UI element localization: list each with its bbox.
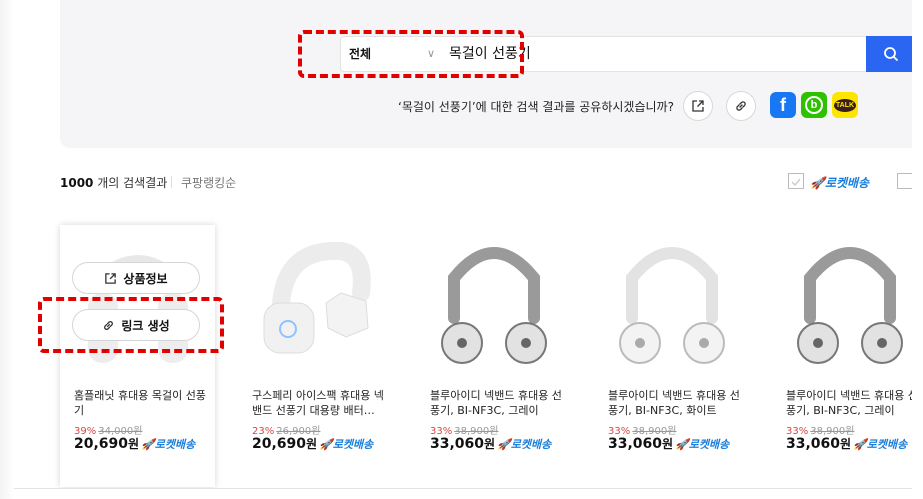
search-icon bbox=[884, 47, 898, 61]
result-count-number: 1000 bbox=[60, 176, 94, 190]
rocket-delivery-badge: 🚀로켓배송 bbox=[319, 438, 374, 451]
search-button[interactable] bbox=[866, 36, 912, 72]
product-title[interactable]: 블루아이디 넥밴드 휴대용 선풍기, BI-NF3C, 그레이 bbox=[786, 388, 912, 418]
facebook-share-button[interactable]: f bbox=[770, 92, 796, 118]
product-price: 33,060원 🚀로켓배송 bbox=[430, 435, 551, 452]
divider bbox=[171, 176, 172, 188]
product-card[interactable]: 구스페리 아이스팩 휴대용 넥밴드 선풍기 대용량 배터… 23% 26,900원… bbox=[238, 225, 393, 487]
rocket-filter-checkbox[interactable] bbox=[788, 173, 804, 189]
price-unit: 원 bbox=[306, 437, 318, 451]
price-unit: 원 bbox=[840, 437, 852, 451]
product-title[interactable]: 홈플래닛 휴대용 목걸이 선풍기 bbox=[74, 388, 214, 418]
sort-option[interactable]: 쿠팡랭킹순 bbox=[181, 174, 236, 191]
kakaotalk-icon: TALK bbox=[833, 98, 857, 112]
product-title[interactable]: 구스페리 아이스팩 휴대용 넥밴드 선풍기 대용량 배터… bbox=[252, 388, 392, 418]
price-value: 33,060 bbox=[786, 436, 841, 452]
price-value: 33,060 bbox=[608, 436, 663, 452]
product-price: 20,690원 🚀로켓배송 bbox=[252, 435, 373, 452]
result-count: 1000 개의 검색결과 bbox=[60, 174, 167, 191]
external-link-icon bbox=[692, 100, 704, 112]
product-price: 20,690원 🚀로켓배송 bbox=[74, 435, 195, 452]
product-image bbox=[263, 241, 371, 354]
price-value: 20,690 bbox=[252, 436, 307, 452]
rocket-delivery-badge: 🚀로켓배송 bbox=[853, 438, 908, 451]
left-shadow bbox=[0, 0, 14, 499]
share-prompt: ‘목걸이 선풍기’에 대한 검색 결과를 공유하시겠습니까? bbox=[398, 100, 674, 114]
rocket-filter-label[interactable]: 🚀로켓배송 bbox=[810, 174, 869, 191]
search-highlight-box bbox=[298, 30, 524, 78]
result-count-label: 개의 검색결과 bbox=[97, 176, 168, 190]
price-unit: 원 bbox=[484, 437, 496, 451]
second-filter-checkbox[interactable] bbox=[897, 173, 912, 189]
facebook-icon: f bbox=[780, 94, 786, 115]
rocket-delivery-badge: 🚀로켓배송 bbox=[497, 438, 552, 451]
rocket-delivery-badge: 🚀로켓배송 bbox=[141, 438, 196, 451]
share-external-button[interactable] bbox=[683, 91, 713, 121]
check-icon bbox=[791, 178, 801, 187]
product-image bbox=[619, 247, 725, 364]
rocket-delivery-badge: 🚀로켓배송 bbox=[675, 438, 730, 451]
link-button-highlight-box bbox=[38, 297, 224, 353]
external-link-icon bbox=[105, 272, 117, 284]
product-card[interactable]: 블루아이디 넥밴드 휴대용 선풍기, BI-NF3C, 화이트 33% 38,90… bbox=[594, 225, 749, 487]
price-value: 20,690 bbox=[74, 436, 129, 452]
price-unit: 원 bbox=[662, 437, 674, 451]
product-info-label: 상품정보 bbox=[123, 271, 168, 286]
band-share-button[interactable]: b bbox=[801, 92, 827, 118]
kakaotalk-share-button[interactable]: TALK bbox=[832, 92, 858, 118]
band-icon: b bbox=[805, 96, 823, 114]
product-image bbox=[797, 247, 903, 364]
link-icon bbox=[736, 101, 746, 111]
product-card[interactable]: 상품정보 링크 생성 홈플래닛 휴대용 목걸이 선풍기 39% 34,000원 2… bbox=[60, 225, 215, 487]
product-price: 33,060원 🚀로켓배송 bbox=[786, 435, 907, 452]
share-link-button[interactable] bbox=[726, 91, 756, 121]
product-info-button[interactable]: 상품정보 bbox=[72, 262, 200, 294]
product-card[interactable]: 블루아이디 넥밴드 휴대용 선풍기, BI-NF3C, 그레이 33% 38,90… bbox=[772, 225, 912, 487]
product-image bbox=[441, 247, 547, 364]
product-title[interactable]: 블루아이디 넥밴드 휴대용 선풍기, BI-NF3C, 그레이 bbox=[430, 388, 570, 418]
price-unit: 원 bbox=[128, 437, 140, 451]
price-value: 33,060 bbox=[430, 436, 485, 452]
product-card[interactable]: 블루아이디 넥밴드 휴대용 선풍기, BI-NF3C, 그레이 33% 38,90… bbox=[416, 225, 571, 487]
product-price: 33,060원 🚀로켓배송 bbox=[608, 435, 729, 452]
product-title[interactable]: 블루아이디 넥밴드 휴대용 선풍기, BI-NF3C, 화이트 bbox=[608, 388, 748, 418]
